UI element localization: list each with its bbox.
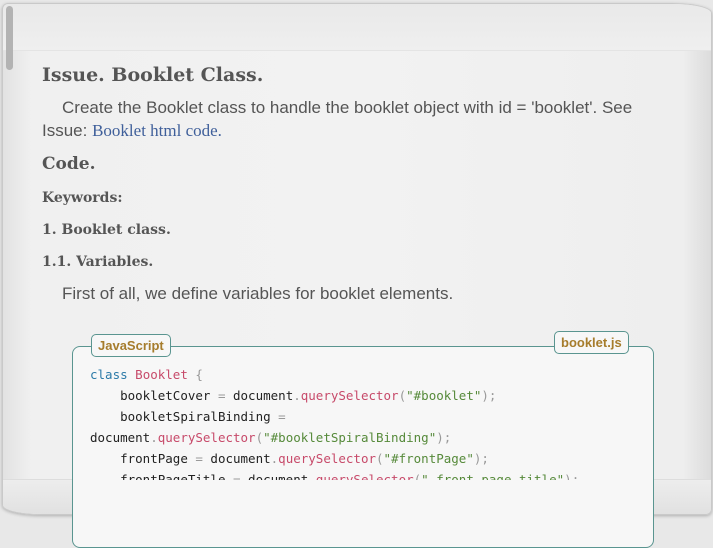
code-heading: Code. xyxy=(42,154,96,174)
code-line: frontPageTitle = document.querySelector(… xyxy=(120,472,580,480)
code-filename-tag: booklet.js xyxy=(554,331,629,354)
code-line: class Booklet { xyxy=(90,367,203,382)
booklet-html-code-link[interactable]: Booklet html code. xyxy=(92,121,222,140)
issue-title: Issue. Booklet Class. xyxy=(42,64,264,86)
page-content: Issue. Booklet Class. Create the Booklet… xyxy=(42,64,662,304)
code-line: frontPage = document.querySelector("#fro… xyxy=(120,451,489,466)
keywords-heading: Keywords: xyxy=(42,190,123,206)
code-line: bookletCover = document.querySelector("#… xyxy=(120,388,497,403)
variables-text: First of all, we define variables for bo… xyxy=(62,284,454,303)
section-booklet-class: 1. Booklet class. xyxy=(42,222,171,238)
section-variables: 1.1. Variables. xyxy=(42,254,154,270)
scrollbar-thumb[interactable] xyxy=(6,6,13,70)
issue-description: Create the Booklet class to handle the b… xyxy=(42,96,662,142)
code-line: bookletSpiralBinding = document.querySel… xyxy=(90,409,452,445)
code-content: class Booklet { bookletCover = document.… xyxy=(90,364,579,480)
code-language-tag: JavaScript xyxy=(91,334,171,357)
